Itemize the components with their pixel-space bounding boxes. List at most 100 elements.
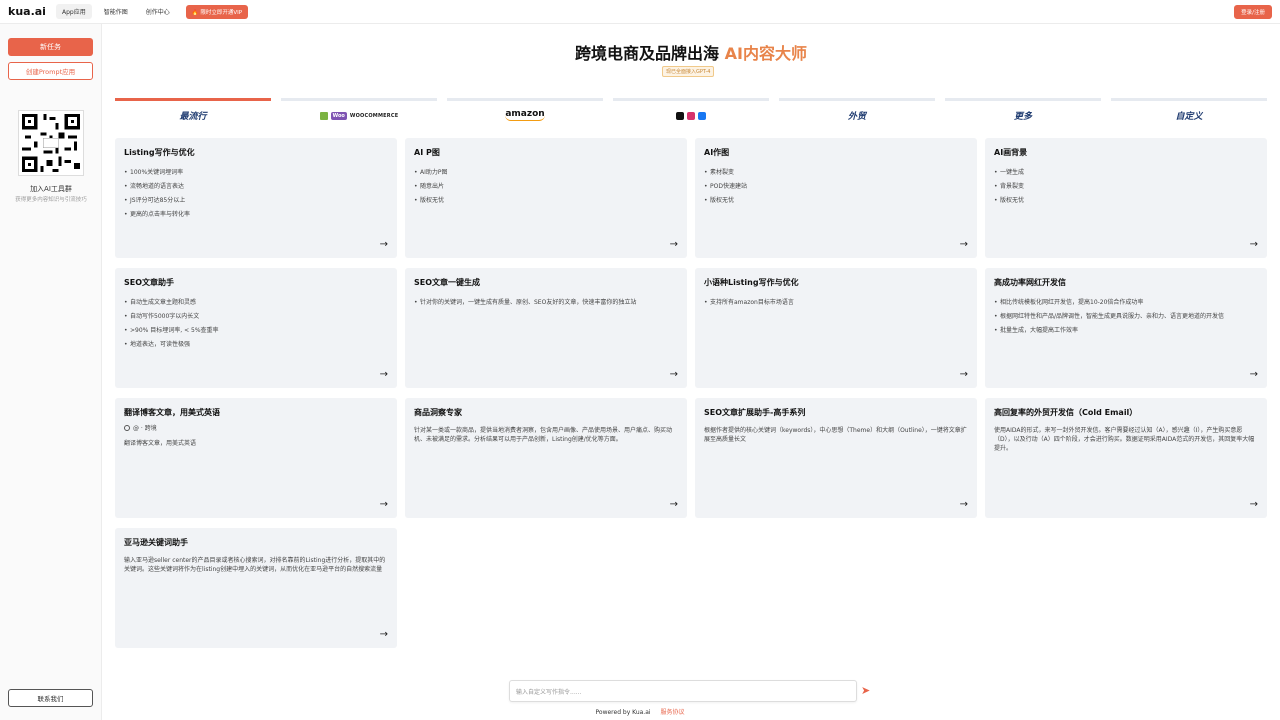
card-minor-language-listing[interactable]: 小语种Listing写作与优化 支持所有amazon目标市场语言 → — [695, 268, 977, 388]
new-task-button[interactable]: 新任务 — [8, 38, 93, 56]
arrow-right-icon[interactable]: → — [380, 499, 388, 510]
card-title: AI作图 — [704, 148, 730, 157]
card-bullet: 素材裂变 — [704, 166, 968, 180]
woocommerce-logo-icon: Woo WOOCOMMERCE — [319, 111, 399, 120]
tab-more-label: 更多 — [1013, 112, 1032, 122]
card-description: 翻译博客文章，用美式英语 — [124, 440, 197, 447]
arrow-right-icon[interactable]: → — [1250, 239, 1258, 250]
tab-popular[interactable]: 最流行 — [115, 98, 271, 124]
card-bullets: 支持所有amazon目标市场语言 — [704, 296, 968, 310]
card-title: 翻译博客文章，用美式英语 — [124, 408, 220, 417]
top-nav: App应用 智能作图 创作中心 🔥 限时立即开通VIP — [56, 4, 249, 19]
card-ai-drawing[interactable]: AI作图 素材裂变 POD快速建站 版权无忧 → — [695, 138, 977, 258]
card-bullet: 流畅地道的语言表达 — [124, 180, 388, 194]
card-bullet: 版权无忧 — [994, 194, 1258, 208]
card-bullets: 100%关键词埋词率 流畅地道的语言表达 JS评分可达85分以上 更高的点击率与… — [124, 166, 388, 222]
card-seo-article-assistant[interactable]: SEO文章助手 自动生成文章主题和灵感 自动写作5000字以内长文 >90% 目… — [115, 268, 397, 388]
page-title-main: 跨境电商及品牌出海 — [575, 44, 725, 63]
tab-popular-label: 最流行 — [179, 112, 207, 122]
vip-button[interactable]: 🔥 限时立即开通VIP — [185, 4, 249, 19]
card-bullet: JS评分可达85分以上 — [124, 194, 388, 208]
tab-social[interactable] — [613, 98, 769, 124]
card-title: 小语种Listing写作与优化 — [704, 278, 799, 287]
card-bullets: 相比传统模板化网红开发信，提高10-20倍合作成功率 根据网红特性和产品/品牌调… — [994, 296, 1258, 338]
card-bullets: AI助力P图 随意出片 版权无忧 — [414, 166, 678, 208]
card-title: 高回复率的外贸开发信（Cold Email） — [994, 408, 1138, 417]
custom-prompt-input[interactable]: 输入自定义写作指令...... — [509, 680, 857, 702]
card-bullet: 版权无忧 — [414, 194, 678, 208]
card-bullet: POD快速建站 — [704, 180, 968, 194]
card-title: SEO文章助手 — [124, 278, 175, 287]
card-bullet: 更高的点击率与转化率 — [124, 208, 388, 222]
arrow-right-icon[interactable]: → — [1250, 499, 1258, 510]
card-bullet: 地道表达，可读性极强 — [124, 338, 388, 352]
globe-icon — [124, 424, 130, 431]
card-influencer-outreach[interactable]: 高成功率网红开发信 相比传统模板化网红开发信，提高10-20倍合作成功率 根据网… — [985, 268, 1267, 388]
arrow-right-icon[interactable]: → — [670, 499, 678, 510]
card-product-insight[interactable]: 商品洞察专家 针对某一类或一款商品，提供当地消费者洞察，包含用户画像、产品使用场… — [405, 398, 687, 518]
card-description: 针对某一类或一款商品，提供当地消费者洞察，包含用户画像、产品使用场景、用户痛点、… — [414, 427, 673, 443]
card-seo-article-oneclick[interactable]: SEO文章一键生成 针对你的关键词，一键生成有质量、原创、SEO友好的文章，快速… — [405, 268, 687, 388]
nav-item-apps[interactable]: App应用 — [56, 4, 92, 19]
card-bullet: 自动生成文章主题和灵感 — [124, 296, 388, 310]
app-logo[interactable]: kua.ai — [8, 5, 52, 18]
card-title: 商品洞察专家 — [414, 408, 462, 417]
card-bullet: AI助力P图 — [414, 166, 678, 180]
arrow-right-icon[interactable]: → — [960, 239, 968, 250]
card-ai-background[interactable]: AI画背景 一键生成 背景裂变 版权无忧 → — [985, 138, 1267, 258]
card-description: 输入亚马逊seller center的产品目录或者核心搜索词，对排名靠前的Lis… — [124, 557, 386, 573]
create-prompt-app-button[interactable]: 创建Prompt应用 — [8, 62, 93, 80]
terms-link[interactable]: 服务协议 — [660, 709, 684, 716]
card-translate-blog[interactable]: 翻译博客文章，用美式英语 @ · 跨境 翻译博客文章，用美式英语 → — [115, 398, 397, 518]
card-bullet: 支持所有amazon目标市场语言 — [704, 296, 968, 310]
card-cold-email[interactable]: 高回复率的外贸开发信（Cold Email） 使用AIDA的形式，来写一封外贸开… — [985, 398, 1267, 518]
card-bullets: 素材裂变 POD快速建站 版权无忧 — [704, 166, 968, 208]
card-bullets: 自动生成文章主题和灵感 自动写作5000字以内长文 >90% 目标埋词率, < … — [124, 296, 388, 352]
page-title-accent: AI内容大师 — [724, 44, 807, 63]
arrow-right-icon[interactable]: → — [670, 369, 678, 380]
tab-woocommerce[interactable]: Woo WOOCOMMERCE — [281, 98, 437, 124]
page-title: 跨境电商及品牌出海 AI内容大师 — [102, 40, 1280, 64]
login-register-button[interactable]: 登录/注册 — [1234, 5, 1272, 19]
social-icons — [676, 111, 706, 120]
card-bullet: 一键生成 — [994, 166, 1258, 180]
qr-code-image — [18, 110, 84, 176]
card-bullet: 随意出片 — [414, 180, 678, 194]
card-ai-photo-edit[interactable]: AI P图 AI助力P图 随意出片 版权无忧 → — [405, 138, 687, 258]
arrow-right-icon[interactable]: → — [380, 239, 388, 250]
arrow-right-icon[interactable]: → — [380, 629, 388, 640]
card-bullet: 版权无忧 — [704, 194, 968, 208]
card-bullet: 100%关键词埋词率 — [124, 166, 388, 180]
contact-us-button[interactable]: 联系我们 — [8, 689, 93, 707]
tab-custom[interactable]: 自定义 — [1111, 98, 1267, 124]
nav-item-creation-center[interactable]: 创作中心 — [140, 4, 176, 19]
woo-box-icon: Woo — [330, 111, 347, 120]
nav-item-image-gen[interactable]: 智能作图 — [98, 4, 134, 19]
card-bullet: >90% 目标埋词率, < 5%查重率 — [124, 324, 388, 338]
card-bullet: 背景裂变 — [994, 180, 1258, 194]
card-bullet: 自动写作5000字以内长文 — [124, 310, 388, 324]
arrow-right-icon[interactable]: → — [1250, 369, 1258, 380]
card-amazon-keyword-assistant[interactable]: 亚马逊关键词助手 输入亚马逊seller center的产品目录或者核心搜索词，… — [115, 528, 397, 648]
tab-foreign-trade[interactable]: 外贸 — [779, 98, 935, 124]
card-seo-article-expand[interactable]: SEO文章扩展助手-高手系列 根据作者提供的核心关键词（keywords），中心… — [695, 398, 977, 518]
category-tabs: 最流行 Woo WOOCOMMERCE amazon 外贸 更多 自定义 — [115, 98, 1267, 124]
tab-more[interactable]: 更多 — [945, 98, 1101, 124]
tab-amazon[interactable]: amazon — [447, 98, 603, 124]
card-tag-label: @ · 跨境 — [133, 425, 157, 432]
card-title: SEO文章一键生成 — [414, 278, 481, 287]
card-title: AI画背景 — [994, 148, 1028, 157]
card-bullets: 一键生成 背景裂变 版权无忧 — [994, 166, 1258, 208]
powered-by-text: Powered by Kua.ai — [595, 709, 651, 716]
card-listing-writing[interactable]: Listing写作与优化 100%关键词埋词率 流畅地道的语言表达 JS评分可达… — [115, 138, 397, 258]
arrow-right-icon[interactable]: → — [670, 239, 678, 250]
footer: Powered by Kua.ai 服务协议 — [0, 707, 1280, 716]
card-category-tag: @ · 跨境 — [124, 423, 388, 432]
amazon-logo-icon: amazon — [505, 109, 545, 121]
arrow-right-icon[interactable]: → — [380, 369, 388, 380]
arrow-right-icon[interactable]: → — [960, 499, 968, 510]
shopping-bag-icon — [319, 111, 328, 120]
send-icon[interactable]: ➤ — [861, 684, 870, 697]
gpt4-badge: 现已全面接入GPT-4 — [662, 66, 715, 77]
arrow-right-icon[interactable]: → — [960, 369, 968, 380]
